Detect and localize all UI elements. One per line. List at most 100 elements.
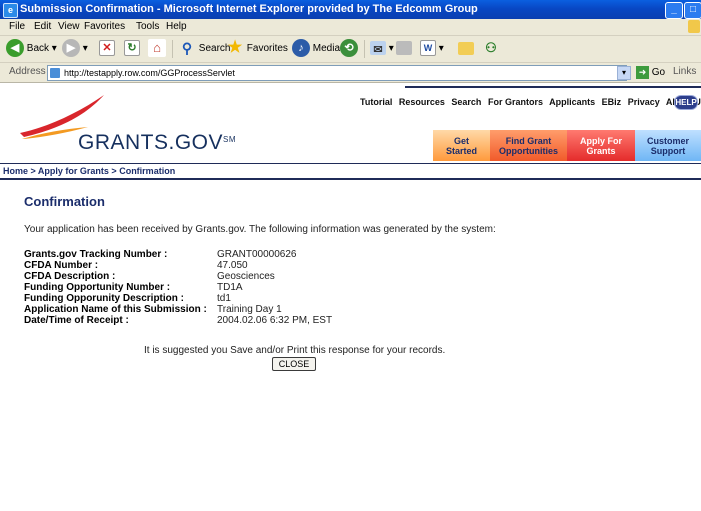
- detail-value: 2004.02.06 6:32 PM, EST: [217, 315, 333, 326]
- history-button[interactable]: ⟲: [340, 39, 358, 59]
- save-print-suggestion: It is suggested you Save and/or Print th…: [144, 345, 446, 356]
- print-icon: [396, 41, 412, 56]
- breadcrumb[interactable]: Home > Apply for Grants > Confirmation: [3, 166, 175, 176]
- nav-search[interactable]: Search: [451, 97, 481, 107]
- menu-edit[interactable]: Edit: [34, 19, 51, 35]
- detail-value: Geosciences: [217, 271, 275, 282]
- word-icon: W: [420, 40, 436, 57]
- close-button[interactable]: CLOSE: [272, 357, 316, 371]
- star-icon: ★: [227, 39, 243, 57]
- detail-value: TD1A: [217, 282, 243, 293]
- print-button[interactable]: [396, 39, 412, 59]
- detail-value: GRANT00000626: [217, 249, 297, 260]
- tab-label: Opportunities: [499, 146, 558, 156]
- menu-tools[interactable]: Tools: [136, 19, 159, 35]
- address-dropdown-icon[interactable]: ▾: [617, 66, 631, 80]
- ie-icon: e: [3, 3, 18, 18]
- messenger-button[interactable]: ⚇: [482, 39, 500, 59]
- tab-label: Grants: [586, 146, 616, 156]
- nav-applicants[interactable]: Applicants: [549, 97, 595, 107]
- tab-label: Customer: [646, 136, 689, 146]
- detail-label: CFDA Number :: [24, 260, 99, 271]
- address-input[interactable]: http://testapply.row.com/GGProcessServle…: [47, 65, 627, 81]
- intro-text: Your application has been received by Gr…: [24, 224, 496, 235]
- toolbar-separator: [364, 40, 365, 58]
- favorites-button[interactable]: ★ Favorites: [226, 39, 288, 59]
- back-button[interactable]: ◀ Back ▾: [6, 39, 57, 59]
- tab-label: Started: [445, 146, 477, 156]
- search-button[interactable]: ⚲ Search: [178, 39, 231, 59]
- folder-button[interactable]: [458, 39, 474, 59]
- header-rule: [405, 86, 701, 88]
- help-button[interactable]: HELP: [674, 95, 698, 110]
- media-icon: ♪: [292, 39, 310, 58]
- divider: [0, 178, 701, 180]
- go-arrow-icon: ➜: [636, 66, 649, 79]
- page-title: Confirmation: [24, 194, 105, 209]
- home-icon: ⌂: [148, 39, 166, 58]
- tab-get-started[interactable]: Get Started: [433, 130, 490, 161]
- detail-label: Grants.gov Tracking Number :: [24, 249, 168, 260]
- search-icon: ⚲: [181, 40, 193, 57]
- stop-button[interactable]: ✕: [99, 39, 115, 59]
- page-content: GRANTS.GOVSM Tutorial Resources Search F…: [0, 83, 701, 511]
- detail-value: Training Day 1: [217, 304, 282, 315]
- nav-privacy[interactable]: Privacy: [628, 97, 660, 107]
- favorites-label: Favorites: [246, 43, 288, 54]
- menu-file[interactable]: File: [9, 19, 25, 35]
- mail-button[interactable]: ✉ ▾: [370, 39, 394, 59]
- service-mark: SM: [223, 135, 237, 144]
- media-label: Media: [312, 43, 341, 54]
- detail-label: Date/Time of Receipt :: [24, 315, 129, 326]
- nav-tutorial[interactable]: Tutorial: [360, 97, 392, 107]
- window-title: Submission Confirmation - Microsoft Inte…: [20, 3, 478, 15]
- grants-gov-logo[interactable]: GRANTS.GOVSM: [0, 83, 370, 165]
- window-title-bar: e Submission Confirmation - Microsoft In…: [0, 0, 701, 19]
- mail-icon: ✉: [370, 41, 386, 56]
- detail-label: Funding Opporunity Description :: [24, 293, 184, 304]
- nav-for-grantors[interactable]: For Grantors: [488, 97, 543, 107]
- tab-label: Apply For: [580, 136, 622, 146]
- tab-label: Find Grant: [505, 136, 552, 146]
- tab-label: Get: [453, 136, 469, 146]
- home-button[interactable]: ⌂: [148, 39, 166, 59]
- tab-customer-support[interactable]: Customer Support: [635, 130, 701, 161]
- detail-label: CFDA Description :: [24, 271, 116, 282]
- back-arrow-icon: ◀: [6, 39, 24, 58]
- refresh-icon: ↻: [124, 40, 140, 57]
- edit-button[interactable]: W ▾: [420, 39, 444, 59]
- folder-icon: [458, 41, 474, 55]
- back-label: Back: [26, 43, 50, 54]
- media-button[interactable]: ♪ Media: [292, 39, 340, 59]
- tab-apply-for-grants[interactable]: Apply For Grants: [567, 130, 635, 161]
- refresh-button[interactable]: ↻: [124, 39, 140, 59]
- maximize-button[interactable]: □: [684, 2, 701, 19]
- detail-value: 47.050: [217, 260, 248, 271]
- divider: [0, 163, 701, 164]
- page-icon: [50, 68, 60, 78]
- detail-label: Application Name of this Submission :: [24, 304, 207, 315]
- address-bar: Address http://testapply.row.com/GGProce…: [0, 63, 701, 83]
- nav-resources[interactable]: Resources: [399, 97, 445, 107]
- tab-find-grant-opportunities[interactable]: Find Grant Opportunities: [490, 130, 567, 161]
- forward-button[interactable]: ▶ ▾: [62, 39, 88, 59]
- go-label: Go: [651, 67, 666, 78]
- minimize-button[interactable]: _: [665, 2, 683, 19]
- detail-value: td1: [217, 293, 231, 304]
- address-url: http://testapply.row.com/GGProcessServle…: [64, 68, 235, 78]
- go-button[interactable]: ➜ Go: [636, 66, 665, 79]
- history-icon: ⟲: [340, 39, 358, 58]
- toolbar: ◀ Back ▾ ▶ ▾ ✕ ↻ ⌂ ⚲ Search ★ Favorites …: [0, 36, 701, 63]
- nav-ebiz[interactable]: EBiz: [602, 97, 622, 107]
- links-button[interactable]: Links: [673, 66, 696, 77]
- top-navigation: Tutorial Resources Search For Grantors A…: [360, 97, 701, 107]
- address-label: Address: [9, 66, 46, 77]
- menu-view[interactable]: View: [58, 19, 80, 35]
- menu-favorites[interactable]: Favorites: [84, 19, 125, 35]
- windows-flag-icon: [688, 20, 700, 33]
- stop-icon: ✕: [99, 40, 115, 57]
- tab-label: Support: [650, 146, 686, 156]
- logo-wordmark: GRANTS.GOVSM: [78, 131, 236, 155]
- menu-help[interactable]: Help: [166, 19, 187, 35]
- toolbar-separator: [172, 40, 173, 58]
